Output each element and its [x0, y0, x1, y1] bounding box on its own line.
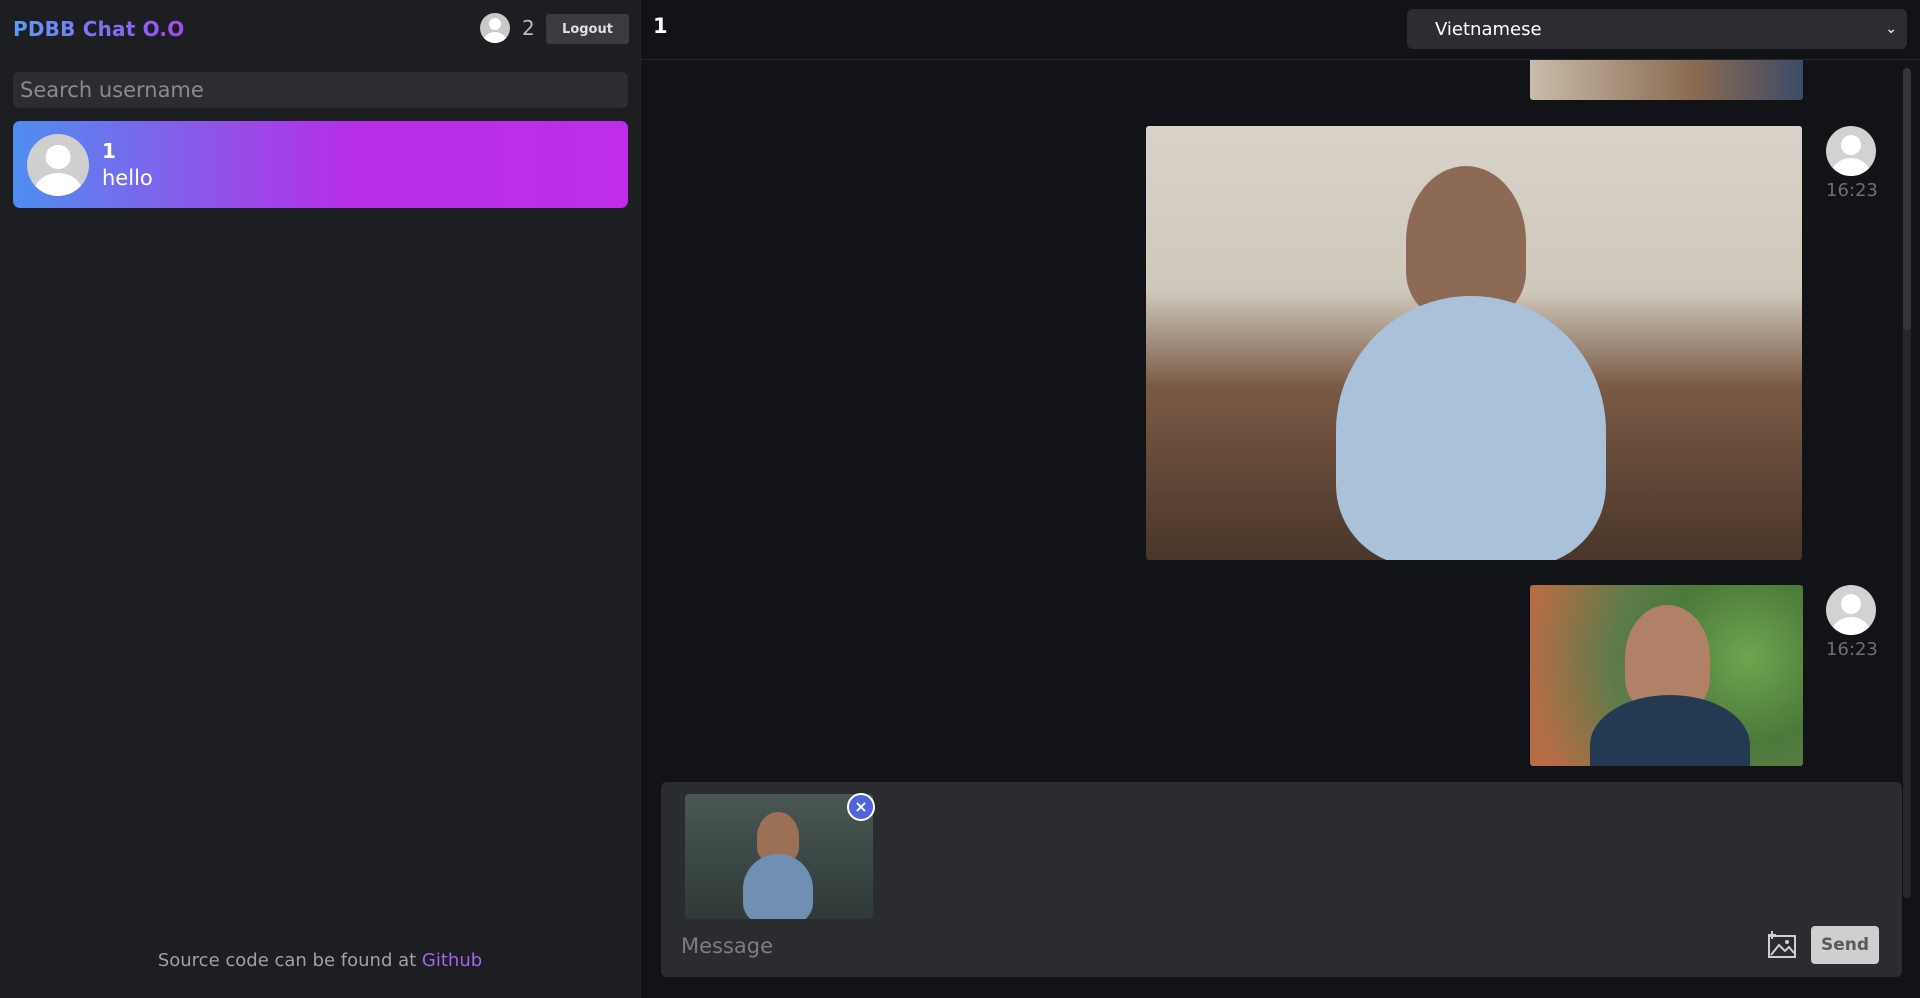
language-select[interactable]: Vietnamese ⌄ — [1407, 9, 1907, 49]
current-user: 2 — [480, 13, 535, 43]
scrollbar-thumb[interactable] — [1903, 68, 1911, 330]
chat-panel: 16:23 16:23 1 Vietnamese ⌄ × Message Sen… — [640, 0, 1920, 998]
search-input[interactable] — [13, 72, 628, 108]
chat-title: 1 — [653, 14, 668, 38]
conversation-text: 1 hello — [102, 139, 153, 190]
brand-logo: PDBB Chat O.O — [13, 17, 185, 41]
send-button[interactable]: Send — [1811, 926, 1879, 964]
user-avatar-icon — [1826, 126, 1876, 176]
sidebar-header: PDBB Chat O.O — [0, 0, 640, 58]
photo-subject — [1406, 166, 1526, 316]
photo-subject-body — [1590, 695, 1750, 766]
user-avatar-icon — [1826, 585, 1876, 635]
photo-subject-body — [743, 854, 813, 919]
message-time: 16:23 — [1826, 639, 1878, 660]
message-image[interactable] — [1530, 585, 1803, 766]
photo-subject-body — [1336, 296, 1606, 560]
attachment-preview — [685, 794, 873, 919]
chevron-down-icon: ⌄ — [1885, 21, 1897, 37]
language-select-value: Vietnamese — [1435, 18, 1542, 40]
message-time: 16:23 — [1826, 180, 1878, 201]
image-upload-icon[interactable] — [1766, 930, 1798, 960]
sidebar: PDBB Chat O.O 2 Logout 1 hello Source co… — [0, 0, 640, 998]
conversation-name: 1 — [102, 139, 116, 163]
logout-button[interactable]: Logout — [546, 14, 629, 44]
message-input[interactable] — [681, 928, 1731, 964]
footer-text: Source code can be found at — [157, 950, 422, 971]
composer: × Send — [661, 782, 1902, 977]
close-circle-icon[interactable]: × — [847, 793, 875, 821]
message-list: 16:23 16:23 — [641, 0, 1920, 780]
github-link[interactable]: Github — [422, 950, 482, 971]
footer: Source code can be found at Github — [0, 950, 640, 971]
conversation-last-message: hello — [102, 166, 153, 190]
conversation-item[interactable]: 1 hello — [13, 121, 628, 208]
user-avatar-icon — [27, 133, 89, 196]
current-username: 2 — [522, 16, 535, 40]
user-avatar-icon — [480, 13, 510, 43]
chat-header: 1 Vietnamese ⌄ — [641, 0, 1920, 60]
app: PDBB Chat O.O 2 Logout 1 hello Source co… — [0, 0, 1920, 998]
message-image[interactable] — [1146, 126, 1802, 560]
